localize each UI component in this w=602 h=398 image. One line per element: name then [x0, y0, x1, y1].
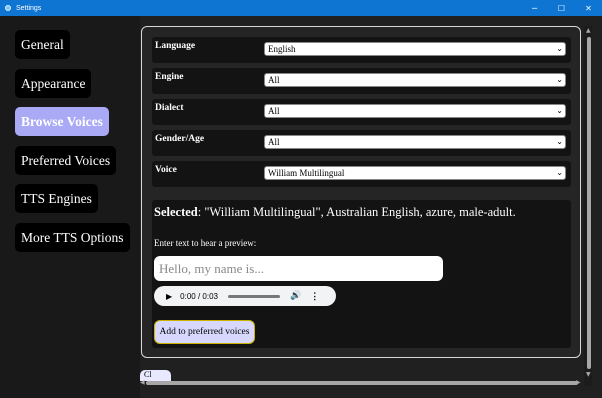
- voice-select[interactable]: William Multilingual ⌄: [264, 166, 566, 180]
- scroll-left-icon[interactable]: ◀: [140, 379, 145, 386]
- dialect-select[interactable]: All ⌄: [264, 104, 566, 118]
- add-to-preferred-button[interactable]: Add to preferred voices: [154, 320, 255, 344]
- scroll-down-icon[interactable]: ▼: [586, 371, 591, 378]
- voice-row: Voice William Multilingual ⌄: [152, 161, 571, 187]
- sidebar: General Appearance Browse Voices Preferr…: [0, 16, 140, 398]
- maximize-icon[interactable]: ☐: [548, 0, 575, 16]
- sidebar-item-preferred-voices[interactable]: Preferred Voices: [15, 146, 117, 175]
- horizontal-scrollbar-thumb[interactable]: [146, 381, 578, 385]
- sidebar-item-tts-engines[interactable]: TTS Engines: [15, 184, 98, 213]
- volume-icon[interactable]: 🔊: [290, 291, 301, 301]
- minimize-icon[interactable]: ─: [521, 0, 548, 16]
- play-icon[interactable]: ▶: [166, 292, 172, 301]
- chevron-down-icon: ⌄: [556, 75, 563, 84]
- sidebar-item-browse-voices[interactable]: Browse Voices: [15, 107, 109, 136]
- audio-progress-slider[interactable]: [227, 294, 280, 298]
- engine-label: Engine: [155, 72, 184, 82]
- engine-value: All: [268, 75, 280, 85]
- chevron-down-icon: ⌄: [556, 168, 563, 177]
- title-bar: Settings ─ ☐ ✕: [0, 0, 602, 16]
- sidebar-item-appearance[interactable]: Appearance: [15, 69, 92, 98]
- gender-age-row: Gender/Age All ⌄: [152, 130, 571, 156]
- language-label: Language: [155, 41, 196, 51]
- gender-age-label: Gender/Age: [155, 134, 205, 144]
- dialect-label: Dialect: [155, 103, 184, 113]
- preview-text-input[interactable]: Hello, my name is...: [154, 256, 443, 281]
- voice-value: William Multilingual: [268, 168, 345, 178]
- audio-player: ▶ 0:00 / 0:03 🔊 ⋮: [154, 286, 336, 306]
- dialect-value: All: [268, 106, 280, 116]
- dialect-row: Dialect All ⌄: [152, 99, 571, 125]
- browse-voices-panel: Language English ⌄ Engine All ⌄ Dialect …: [141, 26, 581, 358]
- scroll-right-icon[interactable]: ▶: [576, 379, 581, 386]
- selected-voice-summary: Selected: "William Multilingual", Austra…: [154, 205, 516, 220]
- app-icon: [5, 5, 11, 11]
- language-row: Language English ⌄: [152, 37, 571, 63]
- chevron-down-icon: ⌄: [556, 106, 563, 115]
- more-options-icon[interactable]: ⋮: [310, 291, 319, 302]
- selected-value: : "William Multilingual", Australian Eng…: [197, 205, 516, 219]
- chevron-down-icon: ⌄: [556, 44, 563, 53]
- selected-label: Selected: [154, 205, 198, 219]
- voice-details: Selected: "William Multilingual", Austra…: [152, 200, 571, 348]
- sidebar-item-more-tts-options[interactable]: More TTS Options: [15, 223, 130, 252]
- engine-row: Engine All ⌄: [152, 68, 571, 94]
- engine-select[interactable]: All ⌄: [264, 73, 566, 87]
- close-icon[interactable]: ✕: [575, 0, 602, 16]
- sidebar-item-general[interactable]: General: [15, 30, 70, 59]
- audio-time: 0:00 / 0:03: [180, 291, 218, 301]
- scroll-up-icon[interactable]: ▲: [586, 27, 591, 34]
- vertical-scrollbar-thumb[interactable]: [587, 37, 591, 369]
- language-select[interactable]: English ⌄: [264, 42, 566, 56]
- voice-label: Voice: [155, 165, 177, 175]
- window-title: Settings: [16, 4, 42, 12]
- gender-age-value: All: [268, 137, 280, 147]
- gender-age-select[interactable]: All ⌄: [264, 135, 566, 149]
- language-value: English: [268, 44, 296, 54]
- chevron-down-icon: ⌄: [556, 137, 563, 146]
- preview-prompt: Enter text to hear a preview:: [154, 238, 257, 248]
